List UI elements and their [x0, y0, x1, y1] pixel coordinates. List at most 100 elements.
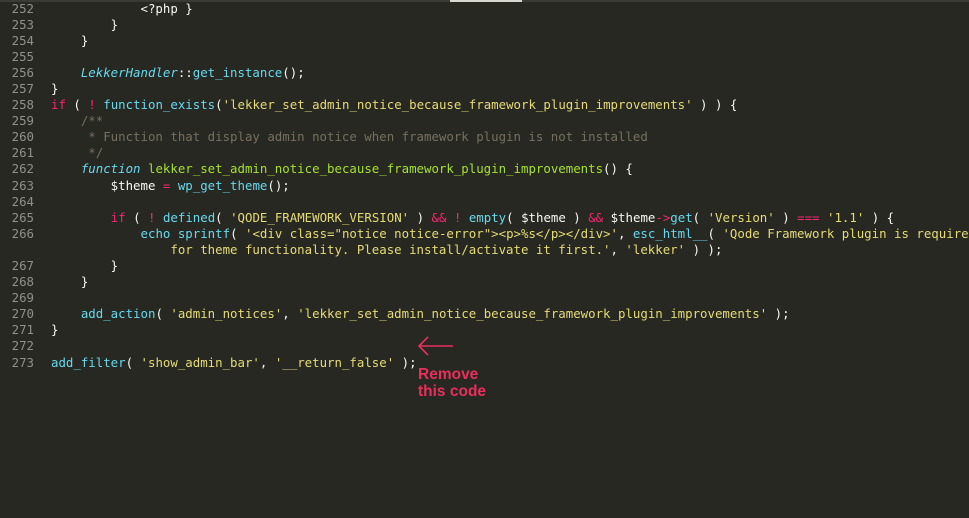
line-number: 264	[11, 193, 34, 209]
annotation-line-2: this code	[418, 383, 487, 400]
code-token: 'admin_notices'	[170, 306, 283, 322]
code-line[interactable]: 257}	[0, 81, 969, 97]
line-number: 271	[11, 322, 34, 338]
code-text: }	[51, 17, 118, 33]
line-number: 262	[11, 161, 34, 177]
code-token: }	[51, 322, 59, 338]
code-token: defined	[162, 209, 216, 225]
code-line[interactable]: 265 if ( ! defined( 'QODE_FRAMEWORK_VERS…	[0, 210, 969, 226]
code-text: if ( ! defined( 'QODE_FRAMEWORK_VERSION'…	[51, 210, 894, 226]
line-number: 255	[11, 48, 34, 64]
code-token: 'lekker'	[625, 241, 686, 257]
code-line[interactable]: 252 <?php }	[0, 1, 969, 17]
code-line[interactable]: 272	[0, 338, 969, 354]
code-token: $theme	[51, 177, 163, 193]
code-token: $theme	[603, 209, 656, 225]
code-line[interactable]: 263 $theme = wp_get_theme();	[0, 178, 969, 194]
code-token: add_action	[80, 306, 156, 322]
code-token: (	[707, 225, 723, 241]
code-token: ) {	[864, 209, 895, 225]
code-line[interactable]: 267 }	[0, 258, 969, 274]
code-token: ( $theme )	[506, 209, 589, 225]
code-line[interactable]: 254 }	[0, 33, 969, 49]
code-token: /**	[51, 113, 104, 129]
code-line[interactable]: 261 */	[0, 145, 969, 161]
code-line[interactable]: 258 if ( ! function_exists('lekker_set_ad…	[0, 97, 969, 113]
code-token: ->	[655, 209, 671, 225]
code-token: (	[65, 97, 89, 113]
code-token: &&	[431, 209, 447, 225]
code-text: add_filter( 'show_admin_bar', '__return_…	[51, 355, 417, 371]
code-token: ::	[177, 64, 193, 80]
code-line[interactable]: 255	[0, 49, 969, 65]
code-token: !	[88, 97, 96, 113]
code-text: add_action( 'admin_notices', 'lekker_set…	[51, 306, 790, 322]
code-token: function	[80, 161, 141, 177]
code-line[interactable]: 264	[0, 194, 969, 210]
line-number: 257	[11, 80, 34, 96]
code-token: 'lekker_set_admin_notice_because_framewo…	[222, 97, 693, 113]
left-arrow-icon	[417, 336, 453, 356]
code-line[interactable]: 262 function lekker_set_admin_notice_bec…	[0, 161, 969, 177]
code-token: '<div class="notice notice-error"><p>%s<…	[244, 225, 618, 241]
code-text: }	[51, 258, 118, 274]
code-token: esc_html__	[632, 225, 708, 241]
code-text: function lekker_set_admin_notice_because…	[51, 161, 633, 177]
code-token: ,	[617, 225, 633, 241]
code-token: () {	[603, 161, 633, 177]
code-token: (	[125, 354, 141, 370]
code-token: ();	[282, 64, 305, 80]
code-token: }	[51, 16, 119, 32]
code-token: empty	[468, 209, 507, 225]
code-token: if	[51, 97, 66, 113]
code-token: add_filter	[51, 354, 126, 370]
code-text: LekkerHandler::get_instance();	[51, 65, 305, 81]
code-token: if	[110, 209, 126, 225]
code-token: ();	[267, 177, 290, 193]
code-token: )	[409, 209, 432, 225]
code-token: (	[215, 97, 223, 113]
line-number: 259	[11, 113, 34, 129]
code-text: * Function that display admin notice whe…	[51, 129, 648, 145]
code-line[interactable]: 260 * Function that display admin notice…	[0, 129, 969, 145]
code-token: &&	[588, 209, 604, 225]
code-text: <?php }	[51, 1, 193, 17]
code-token: get_instance	[192, 64, 283, 80]
code-text: for theme functionality. Please install/…	[51, 242, 722, 258]
code-line[interactable]: 266 echo sprintf( '<div class="notice no…	[0, 226, 969, 242]
code-token: echo	[140, 225, 171, 241]
code-text: }	[51, 274, 88, 290]
line-number: 260	[11, 129, 34, 145]
annotation-line-1: Remove	[418, 366, 479, 383]
line-number: 252	[11, 0, 34, 16]
code-token: 'Qode Framework plugin is required	[722, 225, 969, 241]
code-line[interactable]: 256 LekkerHandler::get_instance();	[0, 65, 969, 81]
code-line[interactable]: 270 add_action( 'admin_notices', 'lekker…	[0, 306, 969, 322]
line-number: 272	[11, 338, 34, 354]
code-token: );	[394, 354, 417, 370]
code-token: (	[155, 306, 171, 322]
line-number: 256	[11, 64, 34, 80]
code-line[interactable]: 269	[0, 290, 969, 306]
code-token: wp_get_theme	[177, 177, 268, 193]
code-line[interactable]: 259 /**	[0, 113, 969, 129]
code-token: * Function that display admin notice whe…	[51, 129, 648, 145]
code-line[interactable]: 253 }	[0, 17, 969, 33]
code-line[interactable]: 271}	[0, 322, 969, 338]
code-editor[interactable]: 252 <?php } 253 } 254 } 255 256 LekkerHandle…	[0, 1, 969, 371]
code-line[interactable]: 268 }	[0, 274, 969, 290]
code-token: 'show_admin_bar'	[140, 354, 260, 370]
line-number: 265	[11, 209, 34, 225]
line-number: 258	[11, 97, 34, 113]
code-token: (	[230, 225, 245, 241]
line-number: 269	[11, 290, 34, 306]
code-line-wrap[interactable]: for theme functionality. Please install/…	[0, 242, 969, 258]
